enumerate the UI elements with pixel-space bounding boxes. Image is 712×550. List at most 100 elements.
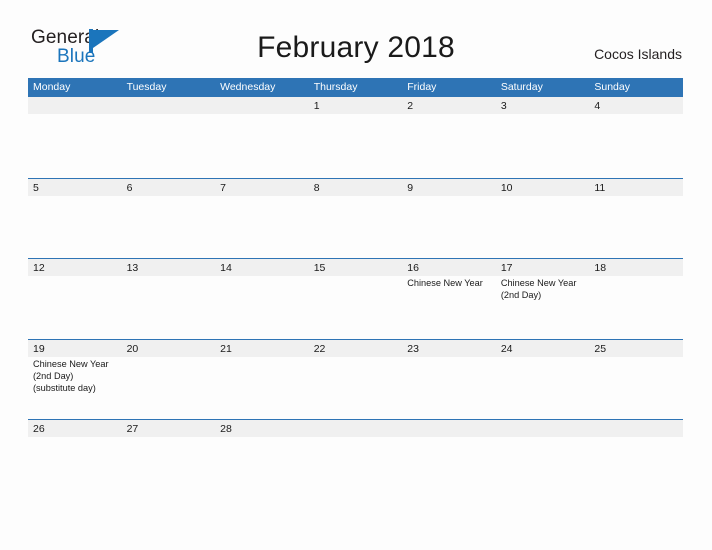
day-number: 28 [220, 423, 232, 435]
day-cell-empty [215, 97, 309, 178]
day-cell-empty [122, 97, 216, 178]
day-number [594, 421, 683, 437]
weekday-header-sunday: Sunday [594, 81, 630, 93]
day-cell-empty [496, 420, 590, 500]
day-cell-23[interactable]: 23 [402, 340, 496, 420]
calendar-weeks: 1 2 3 4 5 6 7 8 9 10 11 12 13 14 15 16 Chinese New Year 1… [28, 97, 683, 500]
day-number: 2 [407, 100, 414, 112]
event-text-line: (2nd Day) [500, 290, 542, 301]
page-header: General Blue February 2018 Cocos Islands [0, 0, 712, 76]
event-text-line: (substitute day) [33, 382, 96, 393]
day-cell-22[interactable]: 22 [309, 340, 403, 420]
event-text-line: Chinese New Year [500, 278, 577, 288]
day-cell-6[interactable]: 6 [122, 179, 216, 259]
day-number: 17 [500, 262, 513, 274]
day-number: 8 [313, 181, 320, 194]
day-number: 13 [126, 262, 139, 274]
day-number: 27 [126, 423, 139, 435]
day-number: 16 [407, 262, 419, 274]
weekday-header-wednesday: Wednesday [220, 81, 276, 93]
day-cell-empty [402, 420, 496, 500]
day-number: 12 [33, 262, 45, 274]
day-cell-7[interactable]: 7 [215, 179, 309, 259]
weekday-header-monday: Monday [33, 81, 71, 93]
day-number: 23 [407, 342, 419, 355]
day-number: 20 [126, 342, 139, 355]
day-number: 3 [500, 100, 507, 112]
day-number [407, 421, 496, 437]
day-cell-12[interactable]: 12 [28, 259, 122, 339]
day-number: 19 [33, 342, 45, 355]
day-cell-1[interactable]: 1 [309, 97, 403, 178]
day-number: 25 [594, 342, 607, 355]
day-cell-8[interactable]: 8 [309, 179, 403, 259]
day-events: Chinese New Year (2nd Day) [501, 277, 590, 301]
day-number: 18 [594, 262, 607, 274]
day-cell-10[interactable]: 10 [496, 179, 590, 259]
day-number: 21 [220, 342, 232, 355]
day-number: 6 [126, 181, 133, 194]
day-number: 5 [33, 181, 39, 194]
day-number: 7 [220, 181, 226, 194]
event-text-line: Chinese New Year [407, 278, 483, 288]
day-number: 9 [407, 181, 414, 194]
weekday-header-tuesday: Tuesday [126, 81, 167, 93]
calendar-week-row: 12 13 14 15 16 Chinese New Year 17 Chinese New … [28, 258, 683, 339]
day-number: 10 [500, 181, 513, 194]
day-events: Chinese New Year [407, 277, 496, 289]
day-number: 22 [313, 342, 326, 355]
day-cell-11[interactable]: 11 [589, 179, 683, 259]
event-text-line: (2nd Day) [33, 370, 74, 381]
day-cell-25[interactable]: 25 [589, 340, 683, 420]
calendar-week-row: 1 2 3 4 [28, 97, 683, 178]
day-number [501, 421, 590, 437]
day-cell-16[interactable]: 16 Chinese New Year [402, 259, 496, 339]
weekday-header-thursday: Thursday [313, 81, 358, 93]
day-number [33, 98, 122, 114]
week-cells: 26 27 28 [28, 420, 683, 500]
weekday-header-friday: Friday [407, 81, 437, 93]
day-number: 1 [313, 100, 320, 112]
day-cell-18[interactable]: 18 [589, 259, 683, 339]
day-cell-20[interactable]: 20 [122, 340, 216, 420]
calendar-week-row: 5 6 7 8 9 10 11 [28, 177, 683, 259]
day-cell-15[interactable]: 15 [309, 259, 403, 339]
calendar-week-row: 26 27 28 [28, 419, 683, 500]
day-cell-4[interactable]: 4 [589, 97, 683, 178]
day-cell-21[interactable]: 21 [215, 340, 309, 420]
day-cell-19[interactable]: 19 Chinese New Year (2nd Day) (substitute d… [28, 340, 122, 420]
day-cell-24[interactable]: 24 [496, 340, 590, 420]
location-label: Cocos Islands [594, 46, 682, 62]
day-number: 15 [313, 262, 326, 274]
event-text-line: Chinese New Year [33, 358, 109, 369]
day-cell-13[interactable]: 13 [122, 259, 216, 339]
day-number: 24 [500, 342, 513, 355]
day-cell-5[interactable]: 5 [28, 179, 122, 259]
week-cells: 1 2 3 4 [28, 97, 683, 178]
day-cell-9[interactable]: 9 [402, 179, 496, 259]
week-cells: 12 13 14 15 16 Chinese New Year 17 Chinese New … [28, 259, 683, 339]
day-cell-17[interactable]: 17 Chinese New Year (2nd Day) [496, 259, 590, 339]
day-number [314, 421, 403, 437]
day-cell-26[interactable]: 26 [28, 420, 122, 500]
day-number: 14 [220, 262, 232, 274]
weekday-header-row: Monday Tuesday Wednesday Thursday Friday Satu… [28, 78, 683, 97]
day-number [127, 98, 216, 114]
week-cells: 5 6 7 8 9 10 11 [28, 179, 683, 259]
day-number: 4 [594, 100, 601, 112]
week-cells: 19 Chinese New Year (2nd Day) (substitute d… [28, 340, 683, 420]
day-cell-empty [28, 97, 122, 178]
weekday-header-saturday: Saturday [500, 81, 543, 93]
day-number [220, 98, 309, 114]
day-number: 11 [594, 181, 606, 194]
day-cell-empty [309, 420, 403, 500]
calendar-grid: Monday Tuesday Wednesday Thursday Friday Satu… [28, 78, 683, 500]
calendar-week-row: 19 Chinese New Year (2nd Day) (substitute d… [28, 338, 683, 420]
day-events: Chinese New Year (2nd Day) (substitute day… [33, 358, 122, 395]
day-cell-14[interactable]: 14 [215, 259, 309, 339]
day-cell-3[interactable]: 3 [496, 97, 590, 178]
day-cell-27[interactable]: 27 [122, 420, 216, 500]
day-cell-2[interactable]: 2 [402, 97, 496, 178]
day-cell-28[interactable]: 28 [215, 420, 309, 500]
day-cell-empty [589, 420, 683, 500]
